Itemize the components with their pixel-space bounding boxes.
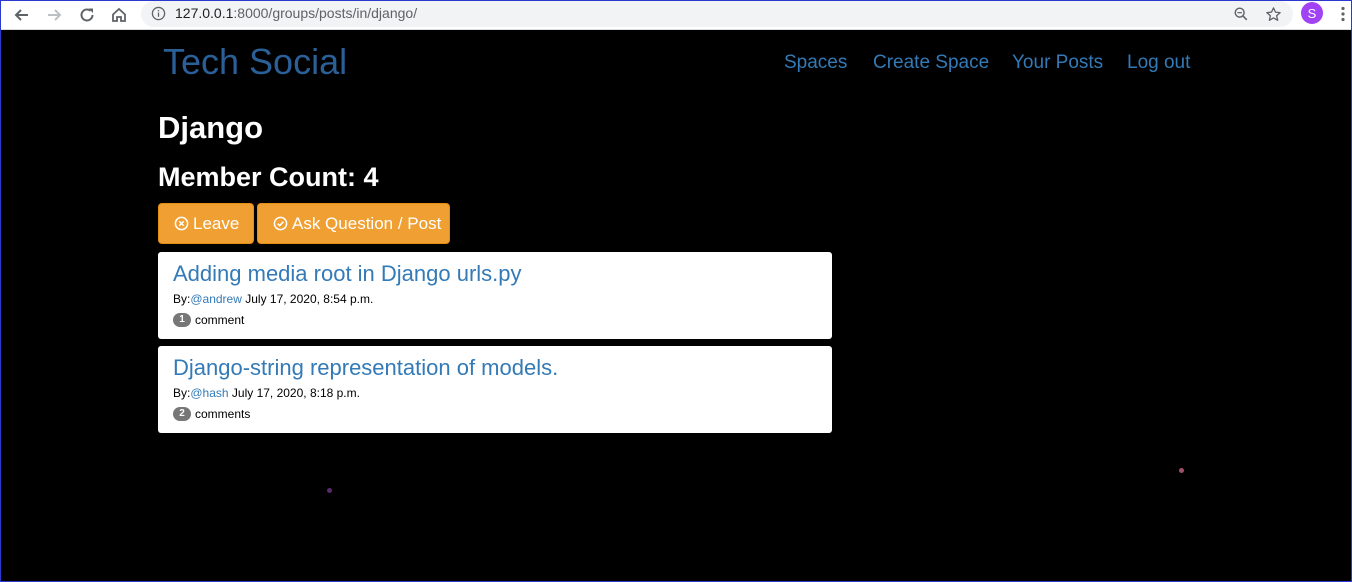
comment-label: comments (195, 407, 251, 421)
nav-spaces-link[interactable]: Spaces (784, 52, 847, 74)
ask-question-post-label: Ask Question / Post (292, 213, 442, 233)
star-icon[interactable] (1263, 4, 1283, 24)
post-title-link[interactable]: Django-string representation of models. (173, 355, 558, 381)
post-author-link[interactable]: @andrew (190, 292, 242, 306)
page-title: Django (158, 110, 264, 145)
reload-icon[interactable] (75, 3, 99, 27)
back-icon[interactable] (10, 3, 34, 27)
page-content: Tech Social Spaces Create Space Your Pos… (1, 31, 1351, 581)
ask-question-post-button[interactable]: Ask Question / Post (257, 203, 450, 244)
post-card: Django-string representation of models. … (158, 346, 832, 433)
more-menu-icon[interactable] (1335, 4, 1351, 24)
post-by-label: By: (173, 292, 191, 306)
nav-your-posts-link[interactable]: Your Posts (1012, 52, 1103, 74)
post-date: July 17, 2020, 8:54 p.m. (245, 292, 374, 306)
url-path: :8000/groups/posts/in/django/ (233, 5, 418, 21)
member-count: Member Count: 4 (158, 162, 379, 192)
post-meta: By:@andrew July 17, 2020, 8:54 p.m. (173, 292, 373, 306)
profile-avatar[interactable]: S (1301, 2, 1323, 24)
post-date: July 17, 2020, 8:18 p.m. (231, 386, 360, 400)
comment-count-badge: 1 (173, 313, 191, 327)
site-brand-link[interactable]: Tech Social (163, 41, 347, 83)
url-host: 127.0.0.1 (175, 5, 234, 21)
post-comments: 2 comments (173, 407, 250, 421)
post-title-link[interactable]: Adding media root in Django urls.py (173, 261, 522, 287)
home-icon[interactable] (107, 3, 131, 27)
address-bar[interactable]: 127.0.0.1:8000/groups/posts/in/django/ (141, 1, 1293, 27)
zoom-icon[interactable] (1231, 4, 1251, 24)
post-comments: 1 comment (173, 313, 244, 327)
post-card: Adding media root in Django urls.py By:@… (158, 252, 832, 339)
background-particle (327, 488, 332, 493)
url-text: 127.0.0.1:8000/groups/posts/in/django/ (175, 5, 417, 21)
background-particle (1179, 468, 1184, 473)
circle-check-icon (273, 216, 288, 231)
circle-x-icon (174, 216, 189, 231)
nav-log-out-link[interactable]: Log out (1127, 52, 1190, 74)
comment-label: comment (195, 313, 245, 327)
nav-create-space-link[interactable]: Create Space (873, 52, 989, 74)
post-meta: By:@hash July 17, 2020, 8:18 p.m. (173, 386, 360, 400)
browser-toolbar: 127.0.0.1:8000/groups/posts/in/django/ S (1, 1, 1351, 30)
leave-button-label: Leave (193, 213, 240, 233)
comment-count-badge: 2 (173, 407, 191, 421)
post-by-label: By: (173, 386, 191, 400)
forward-icon[interactable] (42, 3, 66, 27)
leave-button[interactable]: Leave (158, 203, 254, 244)
post-author-link[interactable]: @hash (190, 386, 228, 400)
info-icon[interactable] (150, 5, 166, 21)
